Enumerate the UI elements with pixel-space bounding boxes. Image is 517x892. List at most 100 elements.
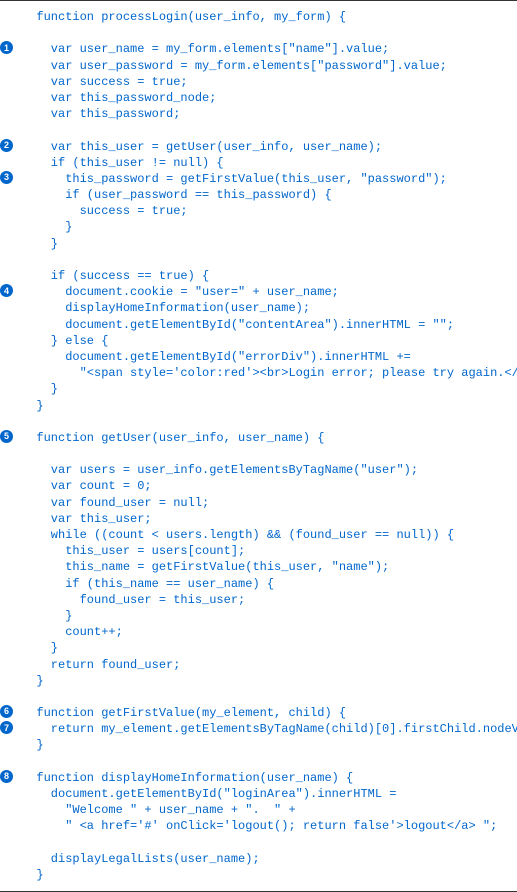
callout-marker-1: 1	[0, 41, 13, 54]
code-line: while ((count < users.length) && (found_…	[0, 527, 517, 543]
code-line: var users = user_info.getElementsByTagNa…	[0, 462, 517, 478]
code-line: if (success == true) {	[0, 268, 517, 284]
marker-column: 8	[0, 770, 22, 783]
code-text: var users = user_info.getElementsByTagNa…	[22, 462, 517, 478]
marker-column: 3	[0, 171, 22, 184]
code-text: function processLogin(user_info, my_form…	[22, 9, 517, 25]
code-text: count++;	[22, 624, 517, 640]
code-line: var found_user = null;	[0, 495, 517, 511]
code-text	[22, 835, 517, 851]
code-text: "Welcome " + user_name + ". " +	[22, 802, 517, 818]
code-line	[0, 122, 517, 138]
callout-marker-8: 8	[0, 770, 13, 783]
code-line: 5 function getUser(user_info, user_name)…	[0, 430, 517, 446]
code-line: 6 function getFirstValue(my_element, chi…	[0, 705, 517, 721]
code-text: return found_user;	[22, 657, 517, 673]
code-line	[0, 754, 517, 770]
code-text: var user_name = my_form.elements["name"]…	[22, 41, 517, 57]
code-text: " <a href='#' onClick='logout(); return …	[22, 818, 517, 834]
code-line: var this_user;	[0, 511, 517, 527]
code-line: "<span style='color:red'><br>Login error…	[0, 365, 517, 381]
code-line: return found_user;	[0, 657, 517, 673]
code-line: }	[0, 640, 517, 656]
code-text: "<span style='color:red'><br>Login error…	[22, 365, 517, 381]
marker-column: 2	[0, 139, 22, 152]
code-line: 2 var this_user = getUser(user_info, use…	[0, 139, 517, 155]
code-text: }	[22, 608, 517, 624]
code-text: var this_user = getUser(user_info, user_…	[22, 139, 517, 155]
code-line: 8 function displayHomeInformation(user_n…	[0, 770, 517, 786]
code-text: var found_user = null;	[22, 495, 517, 511]
code-line: if (this_name == user_name) {	[0, 576, 517, 592]
code-line: success = true;	[0, 203, 517, 219]
code-line: var this_password;	[0, 106, 517, 122]
code-text: var this_password;	[22, 106, 517, 122]
code-line: var count = 0;	[0, 478, 517, 494]
code-text: document.getElementById("contentArea").i…	[22, 317, 517, 333]
code-text: this_user = users[count];	[22, 543, 517, 559]
code-line: this_name = getFirstValue(this_user, "na…	[0, 559, 517, 575]
code-line: }	[0, 236, 517, 252]
code-text: }	[22, 867, 517, 883]
code-line: document.getElementById("loginArea").inn…	[0, 786, 517, 802]
code-line: }	[0, 381, 517, 397]
code-line: function processLogin(user_info, my_form…	[0, 9, 517, 25]
code-text: var user_password = my_form.elements["pa…	[22, 58, 517, 74]
code-line: } else {	[0, 333, 517, 349]
code-text	[22, 754, 517, 770]
code-text	[22, 252, 517, 268]
code-text: function displayHomeInformation(user_nam…	[22, 770, 517, 786]
code-text: }	[22, 236, 517, 252]
callout-marker-2: 2	[0, 139, 13, 152]
marker-column: 6	[0, 705, 22, 718]
code-text: }	[22, 737, 517, 753]
code-line: }	[0, 867, 517, 883]
code-line: var user_password = my_form.elements["pa…	[0, 58, 517, 74]
marker-column: 5	[0, 430, 22, 443]
code-text: if (user_password == this_password) {	[22, 187, 517, 203]
code-line	[0, 689, 517, 705]
code-line	[0, 835, 517, 851]
code-line: var this_password_node;	[0, 90, 517, 106]
code-text: }	[22, 640, 517, 656]
code-text: function getFirstValue(my_element, child…	[22, 705, 517, 721]
code-line: displayLegalLists(user_name);	[0, 851, 517, 867]
code-text: var this_password_node;	[22, 90, 517, 106]
code-line: this_user = users[count];	[0, 543, 517, 559]
code-text: return my_element.getElementsByTagName(c…	[22, 721, 517, 737]
code-line	[0, 446, 517, 462]
code-line: count++;	[0, 624, 517, 640]
code-text: document.getElementById("errorDiv").inne…	[22, 349, 517, 365]
code-line: document.getElementById("errorDiv").inne…	[0, 349, 517, 365]
code-line: 1 var user_name = my_form.elements["name…	[0, 41, 517, 57]
code-text: displayHomeInformation(user_name);	[22, 300, 517, 316]
code-line	[0, 414, 517, 430]
code-line: }	[0, 673, 517, 689]
code-text: }	[22, 381, 517, 397]
code-line: var success = true;	[0, 74, 517, 90]
code-line: found_user = this_user;	[0, 592, 517, 608]
code-line	[0, 252, 517, 268]
code-text: success = true;	[22, 203, 517, 219]
code-line: 4 document.cookie = "user=" + user_name;	[0, 284, 517, 300]
code-line	[0, 25, 517, 41]
code-text: var success = true;	[22, 74, 517, 90]
code-text: }	[22, 219, 517, 235]
code-line: document.getElementById("contentArea").i…	[0, 317, 517, 333]
code-line: }	[0, 737, 517, 753]
callout-marker-6: 6	[0, 705, 13, 718]
code-line: if (user_password == this_password) {	[0, 187, 517, 203]
code-line: displayHomeInformation(user_name);	[0, 300, 517, 316]
code-line: }	[0, 219, 517, 235]
code-text: var this_user;	[22, 511, 517, 527]
code-text: }	[22, 398, 517, 414]
code-text	[22, 122, 517, 138]
code-text: found_user = this_user;	[22, 592, 517, 608]
callout-marker-5: 5	[0, 430, 13, 443]
code-text	[22, 25, 517, 41]
marker-column: 1	[0, 41, 22, 54]
code-text	[22, 689, 517, 705]
code-text	[22, 446, 517, 462]
code-line: "Welcome " + user_name + ". " +	[0, 802, 517, 818]
marker-column: 4	[0, 284, 22, 297]
